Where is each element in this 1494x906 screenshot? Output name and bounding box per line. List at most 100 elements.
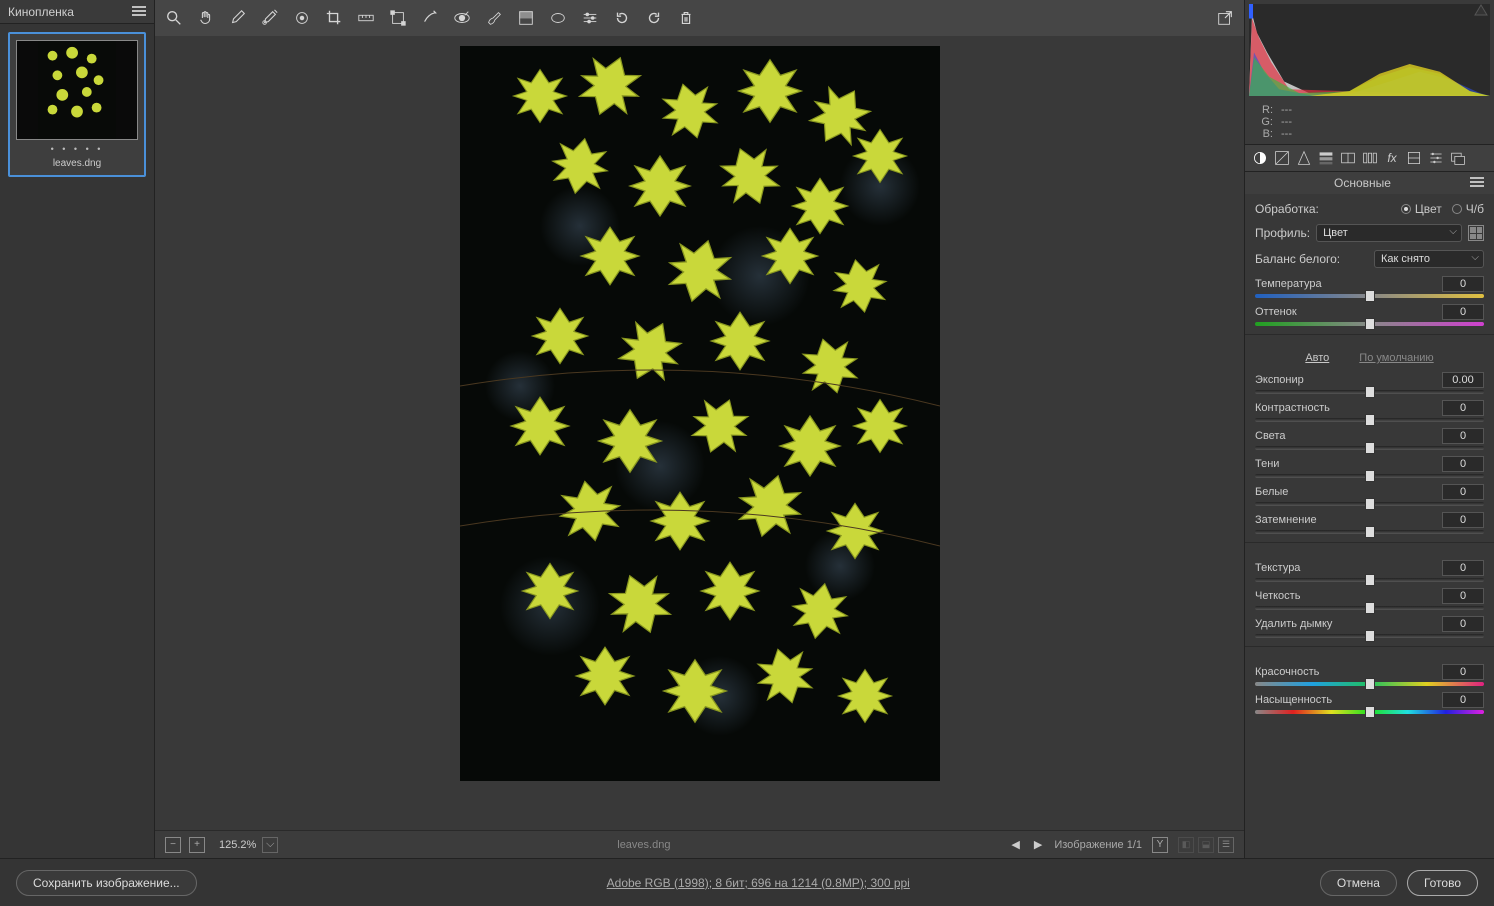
panel-title: Основные	[1255, 176, 1470, 190]
tab-lens-icon[interactable]	[1361, 149, 1379, 167]
preferences-icon[interactable]	[581, 9, 599, 27]
crop-tool-icon[interactable]	[325, 9, 343, 27]
auto-button[interactable]: Авто	[1305, 352, 1329, 364]
rotate-ccw-icon[interactable]	[613, 9, 631, 27]
tab-hsl-icon[interactable]	[1317, 149, 1335, 167]
clarity-value[interactable]: 0	[1442, 588, 1484, 604]
zoom-out-button[interactable]: −	[165, 837, 181, 853]
zoom-dropdown-icon[interactable]: ⌵	[262, 837, 278, 853]
highlights-label: Света	[1255, 430, 1285, 442]
tint-value[interactable]: 0	[1442, 304, 1484, 320]
zoom-in-button[interactable]: +	[189, 837, 205, 853]
color-sampler-icon[interactable]	[261, 9, 279, 27]
radial-filter-icon[interactable]	[549, 9, 567, 27]
trash-icon[interactable]	[677, 9, 695, 27]
texture-value[interactable]: 0	[1442, 560, 1484, 576]
filmstrip-header: Кинопленка	[0, 0, 154, 24]
transform-tool-icon[interactable]	[389, 9, 407, 27]
blacks-value[interactable]: 0	[1442, 512, 1484, 528]
vibrance-label: Красочность	[1255, 666, 1319, 678]
hand-tool-icon[interactable]	[197, 9, 215, 27]
shadows-slider[interactable]	[1255, 474, 1484, 478]
exposure-slider[interactable]	[1255, 390, 1484, 394]
panel-menu-icon[interactable]	[1470, 177, 1484, 189]
tint-slider[interactable]	[1255, 322, 1484, 326]
profile-browser-icon[interactable]	[1468, 225, 1484, 241]
before-after-toggle[interactable]: Y	[1152, 837, 1168, 853]
contrast-slider[interactable]	[1255, 418, 1484, 422]
exposure-value[interactable]: 0.00	[1442, 372, 1484, 388]
profile-select[interactable]: Цвет	[1316, 224, 1462, 242]
compare-vertical-icon[interactable]: ⬓	[1198, 837, 1214, 853]
preview-image[interactable]	[460, 46, 940, 781]
tab-presets-icon[interactable]	[1427, 149, 1445, 167]
toolbar	[155, 0, 1244, 36]
viewer-footer: − + 125.2% ⌵ leaves.dng ◀ ▶ Изображение …	[155, 830, 1244, 858]
zoom-tool-icon[interactable]	[165, 9, 183, 27]
whites-value[interactable]: 0	[1442, 484, 1484, 500]
tab-curve-icon[interactable]	[1273, 149, 1291, 167]
shadows-value[interactable]: 0	[1442, 456, 1484, 472]
dehaze-value[interactable]: 0	[1442, 616, 1484, 632]
tab-calibration-icon[interactable]	[1405, 149, 1423, 167]
tab-basic-icon[interactable]	[1251, 149, 1269, 167]
graduated-filter-icon[interactable]	[517, 9, 535, 27]
vibrance-slider[interactable]	[1255, 682, 1484, 686]
zoom-level: 125.2%	[213, 839, 262, 851]
done-button[interactable]: Готово	[1407, 870, 1478, 896]
highlights-value[interactable]: 0	[1442, 428, 1484, 444]
contrast-value[interactable]: 0	[1442, 400, 1484, 416]
filmstrip-menu-icon[interactable]	[132, 6, 146, 18]
footer-filename: leaves.dng	[288, 839, 999, 851]
tab-fx-icon[interactable]: fx	[1383, 149, 1401, 167]
prev-image-button[interactable]: ◀	[1009, 838, 1021, 851]
highlight-clip-icon[interactable]	[1474, 4, 1488, 19]
wb-label: Баланс белого:	[1255, 252, 1340, 266]
brush-tool-icon[interactable]	[485, 9, 503, 27]
highlights-slider[interactable]	[1255, 446, 1484, 450]
save-image-button[interactable]: Сохранить изображение...	[16, 870, 197, 896]
filmstrip-panel: Кинопленка • • • • • leaves.dng	[0, 0, 155, 858]
straighten-tool-icon[interactable]	[357, 9, 375, 27]
saturation-label: Насыщенность	[1255, 694, 1332, 706]
blacks-slider[interactable]	[1255, 530, 1484, 534]
cancel-button[interactable]: Отмена	[1320, 870, 1397, 896]
temperature-slider[interactable]	[1255, 294, 1484, 298]
histogram[interactable]	[1245, 0, 1494, 100]
panel-title-bar: Основные	[1245, 172, 1494, 194]
clarity-slider[interactable]	[1255, 606, 1484, 610]
adjustment-panel: R:--- G:--- B:--- fx Основные Обработка:…	[1244, 0, 1494, 858]
blacks-label: Затемнение	[1255, 514, 1317, 526]
treatment-bw-radio[interactable]: Ч/б	[1452, 202, 1484, 216]
open-new-icon[interactable]	[1216, 9, 1234, 27]
eyedropper-wb-icon[interactable]	[229, 9, 247, 27]
compare-settings-icon[interactable]: ☰	[1218, 837, 1234, 853]
wb-select[interactable]: Как снято	[1374, 250, 1484, 268]
dehaze-slider[interactable]	[1255, 634, 1484, 638]
redeye-tool-icon[interactable]	[453, 9, 471, 27]
thumbnail-selected[interactable]: • • • • • leaves.dng	[8, 32, 146, 177]
rgb-readout: R:--- G:--- B:---	[1245, 100, 1494, 144]
saturation-slider[interactable]	[1255, 710, 1484, 714]
target-adjust-icon[interactable]	[293, 9, 311, 27]
vibrance-value[interactable]: 0	[1442, 664, 1484, 680]
treatment-color-radio[interactable]: Цвет	[1401, 202, 1442, 216]
whites-slider[interactable]	[1255, 502, 1484, 506]
compare-horizontal-icon[interactable]: ◧	[1178, 837, 1194, 853]
tab-detail-icon[interactable]	[1295, 149, 1313, 167]
workflow-link[interactable]: Adobe RGB (1998); 8 бит; 696 на 1214 (0.…	[217, 876, 1300, 890]
next-image-button[interactable]: ▶	[1032, 838, 1044, 851]
profile-label: Профиль:	[1255, 226, 1310, 240]
tab-split-icon[interactable]	[1339, 149, 1357, 167]
spot-removal-icon[interactable]	[421, 9, 439, 27]
rotate-cw-icon[interactable]	[645, 9, 663, 27]
temperature-value[interactable]: 0	[1442, 276, 1484, 292]
thumb-rating-dots[interactable]: • • • • •	[16, 140, 138, 156]
texture-slider[interactable]	[1255, 578, 1484, 582]
shadows-label: Тени	[1255, 458, 1279, 470]
default-button[interactable]: По умолчанию	[1359, 352, 1433, 364]
tint-label: Оттенок	[1255, 306, 1297, 318]
viewer-area: − + 125.2% ⌵ leaves.dng ◀ ▶ Изображение …	[155, 0, 1244, 858]
saturation-value[interactable]: 0	[1442, 692, 1484, 708]
tab-snapshots-icon[interactable]	[1449, 149, 1467, 167]
